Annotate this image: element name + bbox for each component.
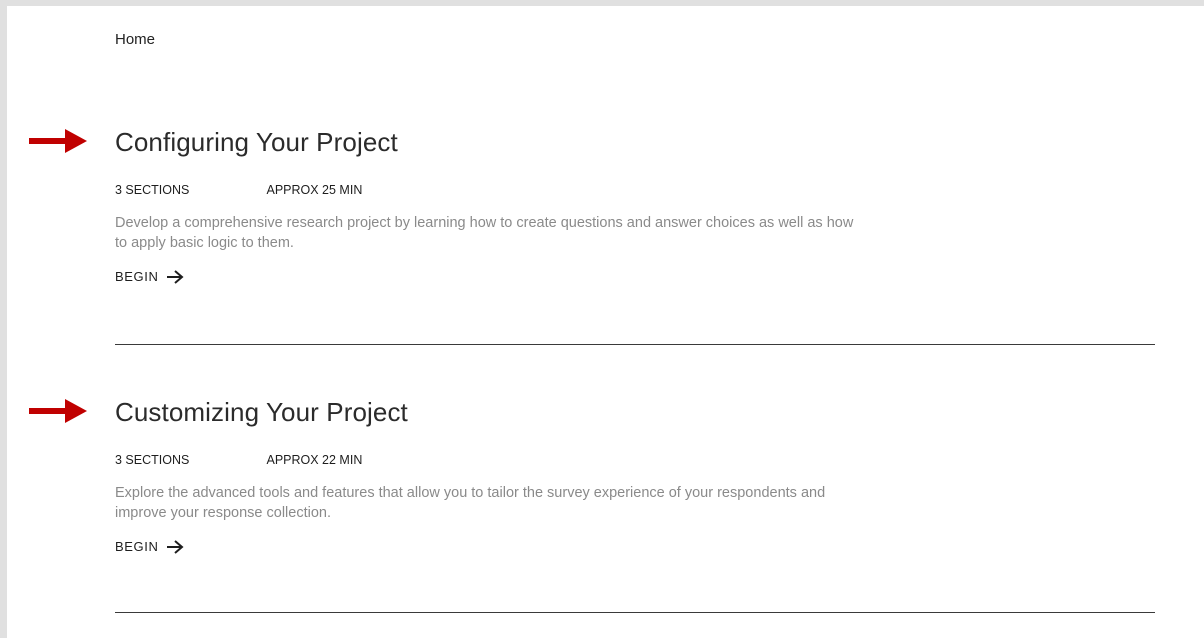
duration-estimate: APPROX 22 MIN xyxy=(266,453,363,467)
course-card: Customizing Your Project 3 SECTIONS APPR… xyxy=(29,393,1155,613)
course-title: Configuring Your Project xyxy=(115,127,398,157)
breadcrumb-home-link[interactable]: Home xyxy=(115,31,155,48)
begin-button[interactable]: BEGIN xyxy=(115,539,185,554)
course-meta: 3 SECTIONS APPROX 25 MIN xyxy=(115,183,1155,199)
arrow-right-icon xyxy=(167,539,185,554)
begin-label: BEGIN xyxy=(115,269,159,284)
duration-estimate: APPROX 25 MIN xyxy=(266,183,363,197)
begin-button[interactable]: BEGIN xyxy=(115,269,185,284)
section-divider xyxy=(115,344,1155,345)
course-meta: 3 SECTIONS APPROX 22 MIN xyxy=(115,453,1155,469)
course-description: Explore the advanced tools and features … xyxy=(115,485,826,521)
section-divider xyxy=(115,612,1155,613)
page-frame: Home Configuring Your Project 3 SECTIONS… xyxy=(0,0,1204,638)
annotation-arrow-icon xyxy=(29,399,87,423)
annotation-arrow-icon xyxy=(29,129,87,153)
sections-count: 3 SECTIONS xyxy=(115,183,190,197)
sections-count: 3 SECTIONS xyxy=(115,453,190,467)
arrow-right-icon xyxy=(167,269,185,284)
course-description: Develop a comprehensive research project… xyxy=(115,215,854,251)
course-title: Customizing Your Project xyxy=(115,397,408,427)
course-card: Configuring Your Project 3 SECTIONS APPR… xyxy=(29,123,1155,345)
begin-label: BEGIN xyxy=(115,539,159,554)
